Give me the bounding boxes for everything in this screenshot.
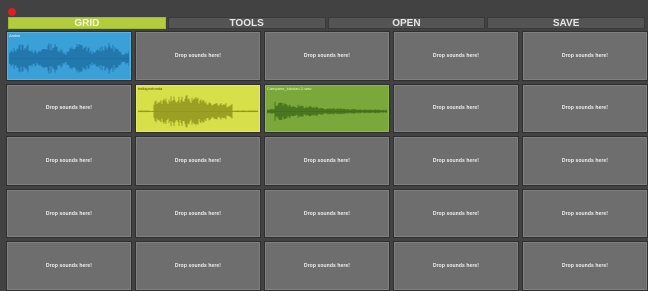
sound-pad-empty[interactable]: Drop sounds here! <box>6 83 132 134</box>
drop-hint-label: Drop sounds here! <box>174 52 222 59</box>
tab-save[interactable]: SAVE <box>487 17 645 29</box>
sound-pad-empty[interactable]: Drop sounds here! <box>393 188 519 239</box>
drop-hint-label: Drop sounds here! <box>561 52 609 59</box>
waveform-display <box>138 92 258 131</box>
sound-pad-empty[interactable]: Drop sounds here! <box>522 241 648 291</box>
sound-pad-empty[interactable]: Drop sounds here! <box>393 136 519 186</box>
drop-hint-label: Drop sounds here! <box>174 157 222 164</box>
sound-pad-loaded[interactable]: Drop sounds here!bellaprofonda <box>135 83 261 134</box>
sound-file-name: Campane_tubolari-2.wav <box>267 85 312 91</box>
sound-file-name: Ambie <box>9 33 21 38</box>
sound-pad-empty[interactable]: Drop sounds here! <box>135 31 261 81</box>
sound-pad-empty[interactable]: Drop sounds here! <box>135 136 261 186</box>
close-button[interactable] <box>8 8 16 16</box>
sound-pad-empty[interactable]: Drop sounds here! <box>393 241 519 291</box>
sound-pad-loaded[interactable]: Drop sounds here!Campane_tubolari-2.wav <box>264 83 390 134</box>
drop-hint-label: Drop sounds here! <box>561 105 609 112</box>
sound-pad-empty[interactable]: Drop sounds here! <box>6 136 132 186</box>
drop-hint-label: Drop sounds here! <box>432 105 480 112</box>
drop-hint-label: Drop sounds here! <box>432 210 480 217</box>
sound-pad-empty[interactable]: Drop sounds here! <box>522 188 648 239</box>
tab-bar: GRID TOOLS OPEN SAVE <box>8 17 645 29</box>
waveform-display <box>267 92 387 131</box>
sound-pad-empty[interactable]: Drop sounds here! <box>264 241 390 291</box>
sound-pad-empty[interactable]: Drop sounds here! <box>522 31 648 81</box>
drop-hint-label: Drop sounds here! <box>45 105 93 112</box>
drop-hint-label: Drop sounds here! <box>432 157 480 164</box>
tab-tools[interactable]: TOOLS <box>167 17 326 29</box>
sound-file-name: bellaprofonda <box>138 85 163 91</box>
app-window: GRID TOOLS OPEN SAVE Drop sounds here!Am… <box>0 0 648 291</box>
sound-pad-empty[interactable]: Drop sounds here! <box>135 188 261 239</box>
drop-hint-label: Drop sounds here! <box>45 210 93 217</box>
drop-hint-label: Drop sounds here! <box>174 263 222 270</box>
drop-hint-label: Drop sounds here! <box>561 263 609 270</box>
sound-pad-grid: Drop sounds here!AmbieDrop sounds here!D… <box>6 31 648 291</box>
drop-hint-label: Drop sounds here! <box>561 210 609 217</box>
sound-pad-empty[interactable]: Drop sounds here! <box>264 136 390 186</box>
drop-hint-label: Drop sounds here! <box>432 263 480 270</box>
drop-hint-label: Drop sounds here! <box>174 210 222 217</box>
drop-hint-label: Drop sounds here! <box>303 157 351 164</box>
sound-pad-empty[interactable]: Drop sounds here! <box>264 188 390 239</box>
sound-pad-empty[interactable]: Drop sounds here! <box>522 83 648 134</box>
sound-pad-empty[interactable]: Drop sounds here! <box>393 83 519 134</box>
waveform-display <box>9 39 129 78</box>
sound-pad-empty[interactable]: Drop sounds here! <box>135 241 261 291</box>
drop-hint-label: Drop sounds here! <box>303 210 351 217</box>
sound-pad-empty[interactable]: Drop sounds here! <box>393 31 519 81</box>
sound-pad-empty[interactable]: Drop sounds here! <box>264 31 390 81</box>
drop-hint-label: Drop sounds here! <box>303 263 351 270</box>
sound-pad-empty[interactable]: Drop sounds here! <box>6 241 132 291</box>
tab-grid[interactable]: GRID <box>8 17 166 29</box>
sound-pad-empty[interactable]: Drop sounds here! <box>6 188 132 239</box>
drop-hint-label: Drop sounds here! <box>45 157 93 164</box>
drop-hint-label: Drop sounds here! <box>45 263 93 270</box>
drop-hint-label: Drop sounds here! <box>561 157 609 164</box>
sound-pad-loaded[interactable]: Drop sounds here!Ambie <box>6 31 132 81</box>
drop-hint-label: Drop sounds here! <box>303 52 351 59</box>
tab-open[interactable]: OPEN <box>327 17 486 29</box>
drop-hint-label: Drop sounds here! <box>432 52 480 59</box>
sound-pad-empty[interactable]: Drop sounds here! <box>522 136 648 186</box>
